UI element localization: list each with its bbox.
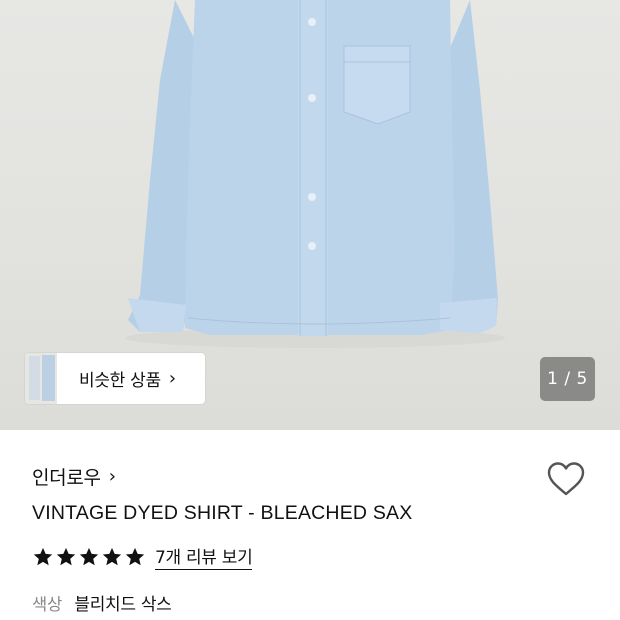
heart-outline-icon[interactable] [546, 460, 586, 498]
star-filled-icon [79, 547, 99, 565]
star-filled-icon [56, 547, 76, 565]
image-counter: 1 / 5 [540, 357, 595, 401]
product-title: VINTAGE DYED SHIRT - BLEACHED SAX [32, 502, 413, 524]
color-value: 블리치드 삭스 [74, 595, 172, 615]
chevron-right-icon: › [168, 368, 177, 389]
similar-products-label: 비슷한 상품 [79, 371, 161, 391]
product-info: 인더로우 › VINTAGE DYED SHIRT - BLEACHED SAX… [0, 430, 620, 620]
similar-products-thumbnail [25, 353, 57, 404]
color-row: 색상 블리치드 삭스 [32, 590, 172, 616]
color-label: 색상 [32, 594, 63, 614]
similar-products-button[interactable]: 비슷한 상품 › [25, 353, 205, 404]
brand-name: 인더로우 [32, 467, 101, 489]
star-filled-icon [125, 547, 145, 565]
chevron-right-icon: › [108, 466, 116, 487]
rating-row: 7개 리뷰 보기 [32, 543, 253, 570]
brand-link[interactable]: 인더로우 › [32, 463, 116, 490]
star-filled-icon [33, 547, 53, 565]
review-link[interactable]: 7개 리뷰 보기 [155, 543, 253, 570]
rating-stars [32, 546, 146, 568]
star-filled-icon [102, 547, 122, 565]
product-image-carousel[interactable]: 비슷한 상품 › 1 / 5 [0, 0, 620, 430]
